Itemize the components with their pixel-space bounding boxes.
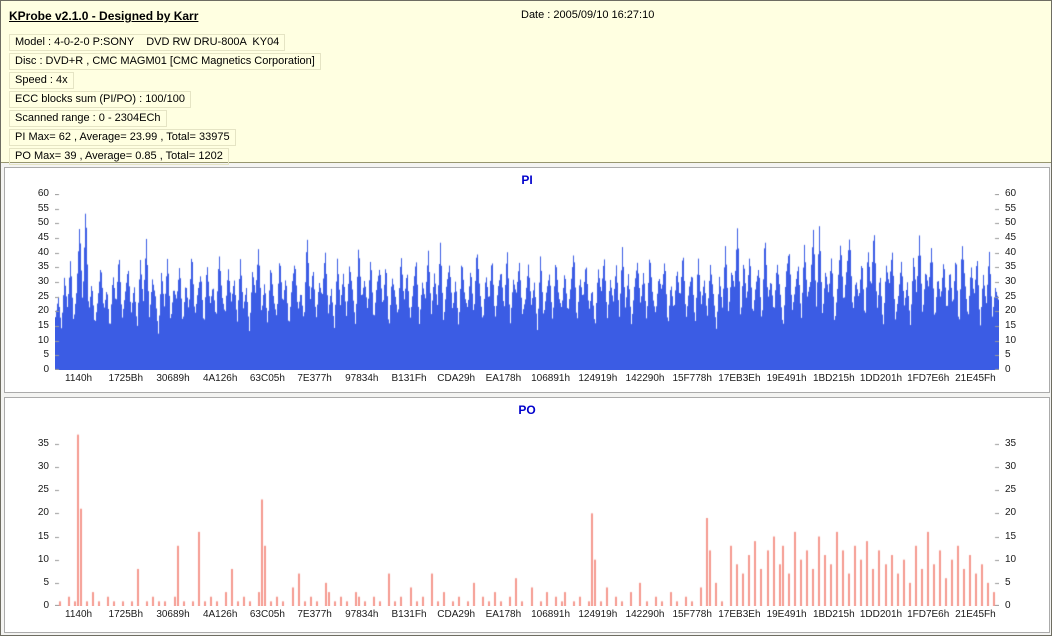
pi-y-axis-label: 35: [37, 261, 49, 273]
po-chart-title: PO: [518, 403, 536, 417]
po-y-axis-label: 10: [1005, 553, 1017, 565]
info-line-2: Speed : 4x: [9, 72, 74, 89]
pi-y-axis-label: 55: [1005, 202, 1017, 214]
po-y-axis-label: 5: [43, 576, 49, 588]
pi-y-axis-label: 15: [37, 320, 49, 331]
po-y-axis-label: 10: [37, 553, 49, 565]
pi-y-axis-label: 10: [37, 334, 49, 346]
po-y-axis-label: 15: [37, 530, 49, 542]
scan-date: Date : 2005/09/10 16:27:10: [521, 9, 655, 21]
pi-y-axis-label: 45: [1005, 232, 1017, 243]
kprobe-window: KProbe v2.1.0 - Designed by Karr Date : …: [0, 0, 1052, 636]
pi-y-axis-label: 40: [37, 246, 49, 258]
po-y-axis-label: 30: [1005, 461, 1017, 473]
pi-y-axis-label: 25: [37, 290, 49, 302]
scan-info-lines: Model : 4-0-2-0 P:SONY DVD RW DRU-800A K…: [9, 34, 1043, 165]
pi-plot-area: [55, 194, 999, 370]
po-y-axis-label: 35: [1005, 437, 1017, 449]
info-line-1: Disc : DVD+R , CMC MAGM01 [CMC Magnetics…: [9, 53, 321, 70]
pi-y-axis-label: 10: [1005, 334, 1017, 346]
pi-y-axis-label: 20: [1005, 305, 1017, 317]
pi-y-axis-label: 25: [1005, 290, 1017, 302]
po-y-axis-label: 20: [1005, 507, 1017, 519]
info-line-5: PI Max= 62 , Average= 23.99 , Total= 339…: [9, 129, 236, 146]
po-y-axis-label: 5: [1005, 576, 1011, 588]
po-chart-canvas: [55, 430, 999, 606]
scan-info-header: KProbe v2.1.0 - Designed by Karr Date : …: [1, 1, 1051, 165]
pi-chart-canvas: [55, 194, 999, 370]
po-y-axis-label: 0: [43, 600, 49, 611]
pi-x-axis-label: 21E45Fh: [955, 373, 996, 384]
pi-y-axis-label: 5: [1005, 349, 1011, 361]
po-x-axis-label: 21E45Fh: [955, 609, 996, 620]
pi-y-axis-label: 60: [37, 188, 49, 199]
pi-y-axis-label: 30: [37, 276, 49, 287]
po-y-axis-label: 30: [37, 461, 49, 473]
info-line-3: ECC blocks sum (PI/PO) : 100/100: [9, 91, 191, 108]
info-line-6: PO Max= 39 , Average= 0.85 , Total= 1202: [9, 148, 229, 165]
pi-y-axis-label: 55: [37, 202, 49, 214]
info-line-0: Model : 4-0-2-0 P:SONY DVD RW DRU-800A K…: [9, 34, 286, 51]
po-y-axis-label: 35: [37, 437, 49, 449]
pi-y-axis-label: 30: [1005, 276, 1017, 287]
po-plot-area: [55, 430, 999, 606]
pi-y-axis-label: 35: [1005, 261, 1017, 273]
info-line-4: Scanned range : 0 - 2304ECh: [9, 110, 167, 127]
pi-y-axis-label: 5: [43, 349, 49, 361]
pi-y-axis-label: 40: [1005, 246, 1017, 258]
po-y-axis-label: 20: [37, 507, 49, 519]
pi-y-axis-label: 60: [1005, 188, 1017, 199]
pi-y-axis-label: 50: [1005, 217, 1017, 229]
po-chart-panel: PO 0 0 5 5 10 10 15 15 20 20 25 25 30 30 35 35 1140h 1725B…: [4, 397, 1050, 633]
pi-y-axis-label: 50: [37, 217, 49, 229]
pi-y-axis-label: 15: [1005, 320, 1017, 331]
pi-chart-title: PI: [521, 173, 533, 187]
pi-y-axis-label: 45: [37, 232, 49, 243]
po-y-axis-label: 25: [1005, 484, 1017, 496]
po-y-axis-label: 15: [1005, 530, 1017, 542]
pi-y-axis-label: 20: [37, 305, 49, 317]
pi-y-axis-label: 0: [43, 364, 49, 375]
pi-chart-panel: PI 0 0 5 5 10 10 15 15 20 20 25 25 30 30 35 35 40 40 45 45 50…: [4, 167, 1050, 393]
po-y-axis-label: 25: [37, 484, 49, 496]
app-title: KProbe v2.1.0 - Designed by Karr: [9, 9, 199, 23]
